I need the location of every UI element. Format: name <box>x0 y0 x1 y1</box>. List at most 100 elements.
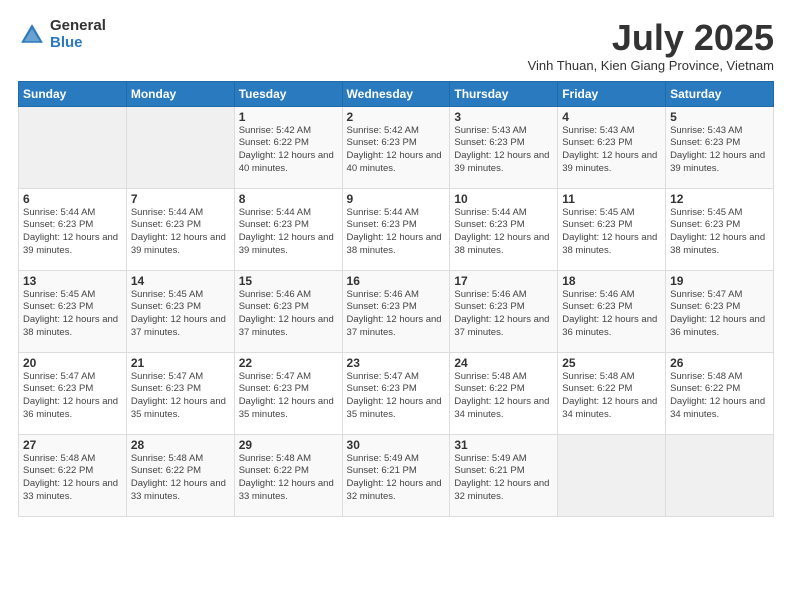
day-number: 27 <box>23 438 122 452</box>
logo-icon <box>18 21 46 49</box>
calendar-cell <box>19 106 127 188</box>
day-number: 16 <box>347 274 446 288</box>
day-header-saturday: Saturday <box>666 81 774 106</box>
calendar-cell: 12Sunrise: 5:45 AMSunset: 6:23 PMDayligh… <box>666 188 774 270</box>
calendar-cell: 23Sunrise: 5:47 AMSunset: 6:23 PMDayligh… <box>342 352 450 434</box>
day-info: Sunrise: 5:43 AMSunset: 6:23 PMDaylight:… <box>454 125 553 176</box>
day-info: Sunrise: 5:44 AMSunset: 6:23 PMDaylight:… <box>23 207 122 258</box>
calendar-cell: 21Sunrise: 5:47 AMSunset: 6:23 PMDayligh… <box>126 352 234 434</box>
day-number: 30 <box>347 438 446 452</box>
calendar-week-5: 27Sunrise: 5:48 AMSunset: 6:22 PMDayligh… <box>19 434 774 516</box>
subtitle: Vinh Thuan, Kien Giang Province, Vietnam <box>528 58 774 73</box>
calendar-cell: 25Sunrise: 5:48 AMSunset: 6:22 PMDayligh… <box>558 352 666 434</box>
day-info: Sunrise: 5:47 AMSunset: 6:23 PMDaylight:… <box>347 371 446 422</box>
day-header-friday: Friday <box>558 81 666 106</box>
calendar-cell: 6Sunrise: 5:44 AMSunset: 6:23 PMDaylight… <box>19 188 127 270</box>
calendar-week-2: 6Sunrise: 5:44 AMSunset: 6:23 PMDaylight… <box>19 188 774 270</box>
day-info: Sunrise: 5:48 AMSunset: 6:22 PMDaylight:… <box>454 371 553 422</box>
day-info: Sunrise: 5:45 AMSunset: 6:23 PMDaylight:… <box>131 289 230 340</box>
day-number: 24 <box>454 356 553 370</box>
day-number: 5 <box>670 110 769 124</box>
calendar-cell: 5Sunrise: 5:43 AMSunset: 6:23 PMDaylight… <box>666 106 774 188</box>
day-info: Sunrise: 5:44 AMSunset: 6:23 PMDaylight:… <box>347 207 446 258</box>
day-number: 29 <box>239 438 338 452</box>
calendar-cell <box>558 434 666 516</box>
logo-blue: Blue <box>50 35 106 52</box>
calendar-cell: 11Sunrise: 5:45 AMSunset: 6:23 PMDayligh… <box>558 188 666 270</box>
calendar-cell: 30Sunrise: 5:49 AMSunset: 6:21 PMDayligh… <box>342 434 450 516</box>
calendar-cell: 9Sunrise: 5:44 AMSunset: 6:23 PMDaylight… <box>342 188 450 270</box>
day-header-sunday: Sunday <box>19 81 127 106</box>
logo-text: General Blue <box>50 18 106 51</box>
calendar-week-1: 1Sunrise: 5:42 AMSunset: 6:22 PMDaylight… <box>19 106 774 188</box>
day-info: Sunrise: 5:47 AMSunset: 6:23 PMDaylight:… <box>23 371 122 422</box>
calendar-cell: 17Sunrise: 5:46 AMSunset: 6:23 PMDayligh… <box>450 270 558 352</box>
day-header-thursday: Thursday <box>450 81 558 106</box>
calendar-cell <box>666 434 774 516</box>
logo-general: General <box>50 18 106 35</box>
day-number: 10 <box>454 192 553 206</box>
day-number: 9 <box>347 192 446 206</box>
day-info: Sunrise: 5:47 AMSunset: 6:23 PMDaylight:… <box>239 371 338 422</box>
month-title: July 2025 <box>528 18 774 58</box>
calendar-week-3: 13Sunrise: 5:45 AMSunset: 6:23 PMDayligh… <box>19 270 774 352</box>
day-info: Sunrise: 5:47 AMSunset: 6:23 PMDaylight:… <box>131 371 230 422</box>
day-info: Sunrise: 5:49 AMSunset: 6:21 PMDaylight:… <box>454 453 553 504</box>
day-number: 3 <box>454 110 553 124</box>
calendar-cell: 2Sunrise: 5:42 AMSunset: 6:23 PMDaylight… <box>342 106 450 188</box>
day-info: Sunrise: 5:46 AMSunset: 6:23 PMDaylight:… <box>562 289 661 340</box>
calendar-week-4: 20Sunrise: 5:47 AMSunset: 6:23 PMDayligh… <box>19 352 774 434</box>
day-number: 13 <box>23 274 122 288</box>
day-number: 20 <box>23 356 122 370</box>
day-info: Sunrise: 5:48 AMSunset: 6:22 PMDaylight:… <box>239 453 338 504</box>
header: General Blue July 2025 Vinh Thuan, Kien … <box>18 18 774 73</box>
day-number: 25 <box>562 356 661 370</box>
calendar-cell <box>126 106 234 188</box>
calendar-cell: 16Sunrise: 5:46 AMSunset: 6:23 PMDayligh… <box>342 270 450 352</box>
calendar-cell: 22Sunrise: 5:47 AMSunset: 6:23 PMDayligh… <box>234 352 342 434</box>
day-info: Sunrise: 5:45 AMSunset: 6:23 PMDaylight:… <box>23 289 122 340</box>
logo: General Blue <box>18 18 106 51</box>
day-number: 1 <box>239 110 338 124</box>
calendar-cell: 10Sunrise: 5:44 AMSunset: 6:23 PMDayligh… <box>450 188 558 270</box>
day-number: 31 <box>454 438 553 452</box>
day-number: 22 <box>239 356 338 370</box>
day-number: 18 <box>562 274 661 288</box>
calendar-cell: 4Sunrise: 5:43 AMSunset: 6:23 PMDaylight… <box>558 106 666 188</box>
calendar-cell: 7Sunrise: 5:44 AMSunset: 6:23 PMDaylight… <box>126 188 234 270</box>
day-info: Sunrise: 5:48 AMSunset: 6:22 PMDaylight:… <box>23 453 122 504</box>
day-number: 26 <box>670 356 769 370</box>
calendar-cell: 27Sunrise: 5:48 AMSunset: 6:22 PMDayligh… <box>19 434 127 516</box>
calendar-cell: 18Sunrise: 5:46 AMSunset: 6:23 PMDayligh… <box>558 270 666 352</box>
page: General Blue July 2025 Vinh Thuan, Kien … <box>0 0 792 612</box>
day-info: Sunrise: 5:46 AMSunset: 6:23 PMDaylight:… <box>239 289 338 340</box>
day-info: Sunrise: 5:48 AMSunset: 6:22 PMDaylight:… <box>562 371 661 422</box>
day-info: Sunrise: 5:42 AMSunset: 6:23 PMDaylight:… <box>347 125 446 176</box>
calendar-table: SundayMondayTuesdayWednesdayThursdayFrid… <box>18 81 774 517</box>
day-info: Sunrise: 5:49 AMSunset: 6:21 PMDaylight:… <box>347 453 446 504</box>
calendar-cell: 28Sunrise: 5:48 AMSunset: 6:22 PMDayligh… <box>126 434 234 516</box>
calendar-cell: 3Sunrise: 5:43 AMSunset: 6:23 PMDaylight… <box>450 106 558 188</box>
calendar-cell: 8Sunrise: 5:44 AMSunset: 6:23 PMDaylight… <box>234 188 342 270</box>
calendar-cell: 26Sunrise: 5:48 AMSunset: 6:22 PMDayligh… <box>666 352 774 434</box>
calendar-cell: 14Sunrise: 5:45 AMSunset: 6:23 PMDayligh… <box>126 270 234 352</box>
day-header-tuesday: Tuesday <box>234 81 342 106</box>
calendar-cell: 29Sunrise: 5:48 AMSunset: 6:22 PMDayligh… <box>234 434 342 516</box>
day-number: 28 <box>131 438 230 452</box>
calendar-cell: 13Sunrise: 5:45 AMSunset: 6:23 PMDayligh… <box>19 270 127 352</box>
day-info: Sunrise: 5:47 AMSunset: 6:23 PMDaylight:… <box>670 289 769 340</box>
day-info: Sunrise: 5:45 AMSunset: 6:23 PMDaylight:… <box>670 207 769 258</box>
day-number: 17 <box>454 274 553 288</box>
day-header-monday: Monday <box>126 81 234 106</box>
day-info: Sunrise: 5:46 AMSunset: 6:23 PMDaylight:… <box>347 289 446 340</box>
day-info: Sunrise: 5:43 AMSunset: 6:23 PMDaylight:… <box>670 125 769 176</box>
calendar-header-row: SundayMondayTuesdayWednesdayThursdayFrid… <box>19 81 774 106</box>
calendar-cell: 15Sunrise: 5:46 AMSunset: 6:23 PMDayligh… <box>234 270 342 352</box>
day-info: Sunrise: 5:48 AMSunset: 6:22 PMDaylight:… <box>670 371 769 422</box>
calendar-cell: 24Sunrise: 5:48 AMSunset: 6:22 PMDayligh… <box>450 352 558 434</box>
day-number: 8 <box>239 192 338 206</box>
day-number: 15 <box>239 274 338 288</box>
calendar-cell: 20Sunrise: 5:47 AMSunset: 6:23 PMDayligh… <box>19 352 127 434</box>
day-number: 2 <box>347 110 446 124</box>
title-block: July 2025 Vinh Thuan, Kien Giang Provinc… <box>528 18 774 73</box>
